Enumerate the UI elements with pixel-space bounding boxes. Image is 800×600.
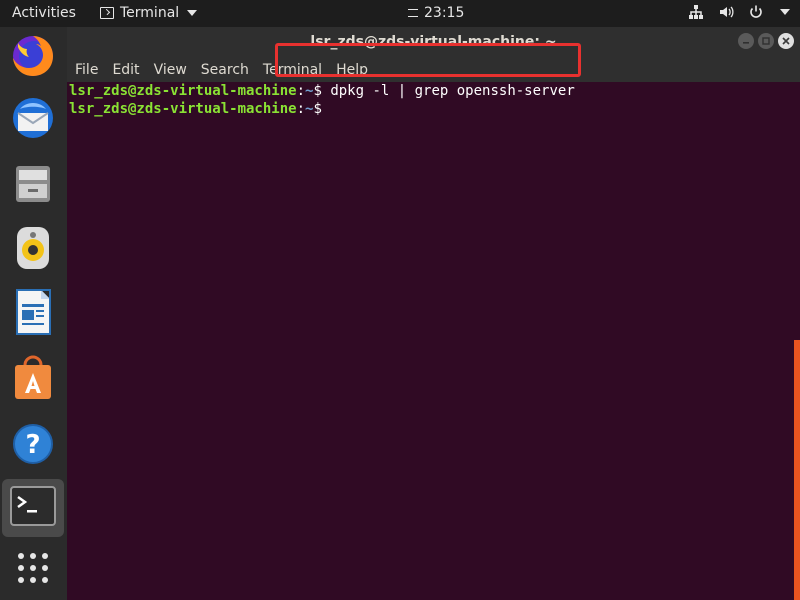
minimize-button[interactable] (738, 33, 754, 49)
thunderbird-icon (10, 95, 56, 145)
dock-files[interactable] (8, 161, 58, 211)
volume-icon[interactable] (718, 4, 734, 20)
file-cabinet-icon (11, 162, 55, 210)
svg-text:?: ? (25, 430, 40, 460)
terminal-window: lsr_zds@zds-virtual-machine: ~ File Edit… (67, 27, 800, 600)
speaker-icon (11, 225, 55, 275)
terminal-line: lsr_zds@zds-virtual-machine:~$ dpkg -l |… (69, 82, 798, 100)
window-controls (738, 33, 794, 49)
chevron-down-icon (187, 10, 198, 16)
chevron-down-icon[interactable] (780, 9, 790, 15)
dock-terminal[interactable] (2, 479, 64, 537)
clock-time: 23:15 (424, 5, 465, 21)
show-applications-button[interactable] (8, 545, 58, 595)
app-menu-label: Terminal (120, 5, 180, 21)
prompt-colon: : (296, 83, 306, 99)
prompt-user: lsr_zds@zds-virtual-machine (69, 101, 297, 117)
activities-button[interactable]: Activities (12, 5, 76, 21)
menu-search[interactable]: Search (199, 62, 251, 78)
maximize-icon (762, 37, 770, 45)
top-bar: Activities Terminal 23:15 (0, 0, 800, 27)
power-icon[interactable] (748, 4, 764, 20)
dock-firefox[interactable] (8, 33, 58, 83)
prompt-user: lsr_zds@zds-virtual-machine (69, 83, 297, 99)
grid-icon (15, 550, 51, 590)
dock-thunderbird[interactable] (8, 95, 58, 145)
prompt-colon: : (296, 101, 306, 117)
dock-rhythmbox[interactable] (8, 225, 58, 275)
network-icon[interactable] (688, 4, 704, 20)
terminal-mini-icon (100, 7, 114, 19)
terminal-icon (10, 486, 56, 530)
menu-view[interactable]: View (152, 62, 189, 78)
menu-file[interactable]: File (73, 62, 100, 78)
help-icon: ? (11, 422, 55, 470)
close-icon (782, 37, 790, 45)
menu-edit[interactable]: Edit (110, 62, 141, 78)
app-menu[interactable]: Terminal (100, 5, 198, 21)
dock-writer[interactable] (8, 289, 58, 339)
notification-icon (408, 9, 418, 17)
close-button[interactable] (778, 33, 794, 49)
clock[interactable]: 23:15 (408, 5, 464, 21)
terminal-line: lsr_zds@zds-virtual-machine:~$ (69, 100, 798, 118)
prompt-symbol: $ (313, 83, 331, 99)
dock-software[interactable] (8, 355, 58, 405)
minimize-icon (743, 42, 749, 44)
command-highlight-box (275, 43, 581, 77)
maximize-button[interactable] (758, 33, 774, 49)
scrollbar[interactable] (794, 340, 800, 600)
command-text: dpkg -l | grep openssh-server (330, 83, 575, 99)
firefox-icon (10, 33, 56, 83)
terminal-output[interactable]: lsr_zds@zds-virtual-machine:~$ dpkg -l |… (67, 82, 800, 600)
dock: ? (0, 27, 67, 600)
shopping-bag-icon (11, 355, 55, 405)
dock-help[interactable]: ? (8, 421, 58, 471)
system-tray[interactable] (688, 4, 790, 20)
prompt-symbol: $ (313, 101, 331, 117)
document-icon (12, 288, 54, 340)
